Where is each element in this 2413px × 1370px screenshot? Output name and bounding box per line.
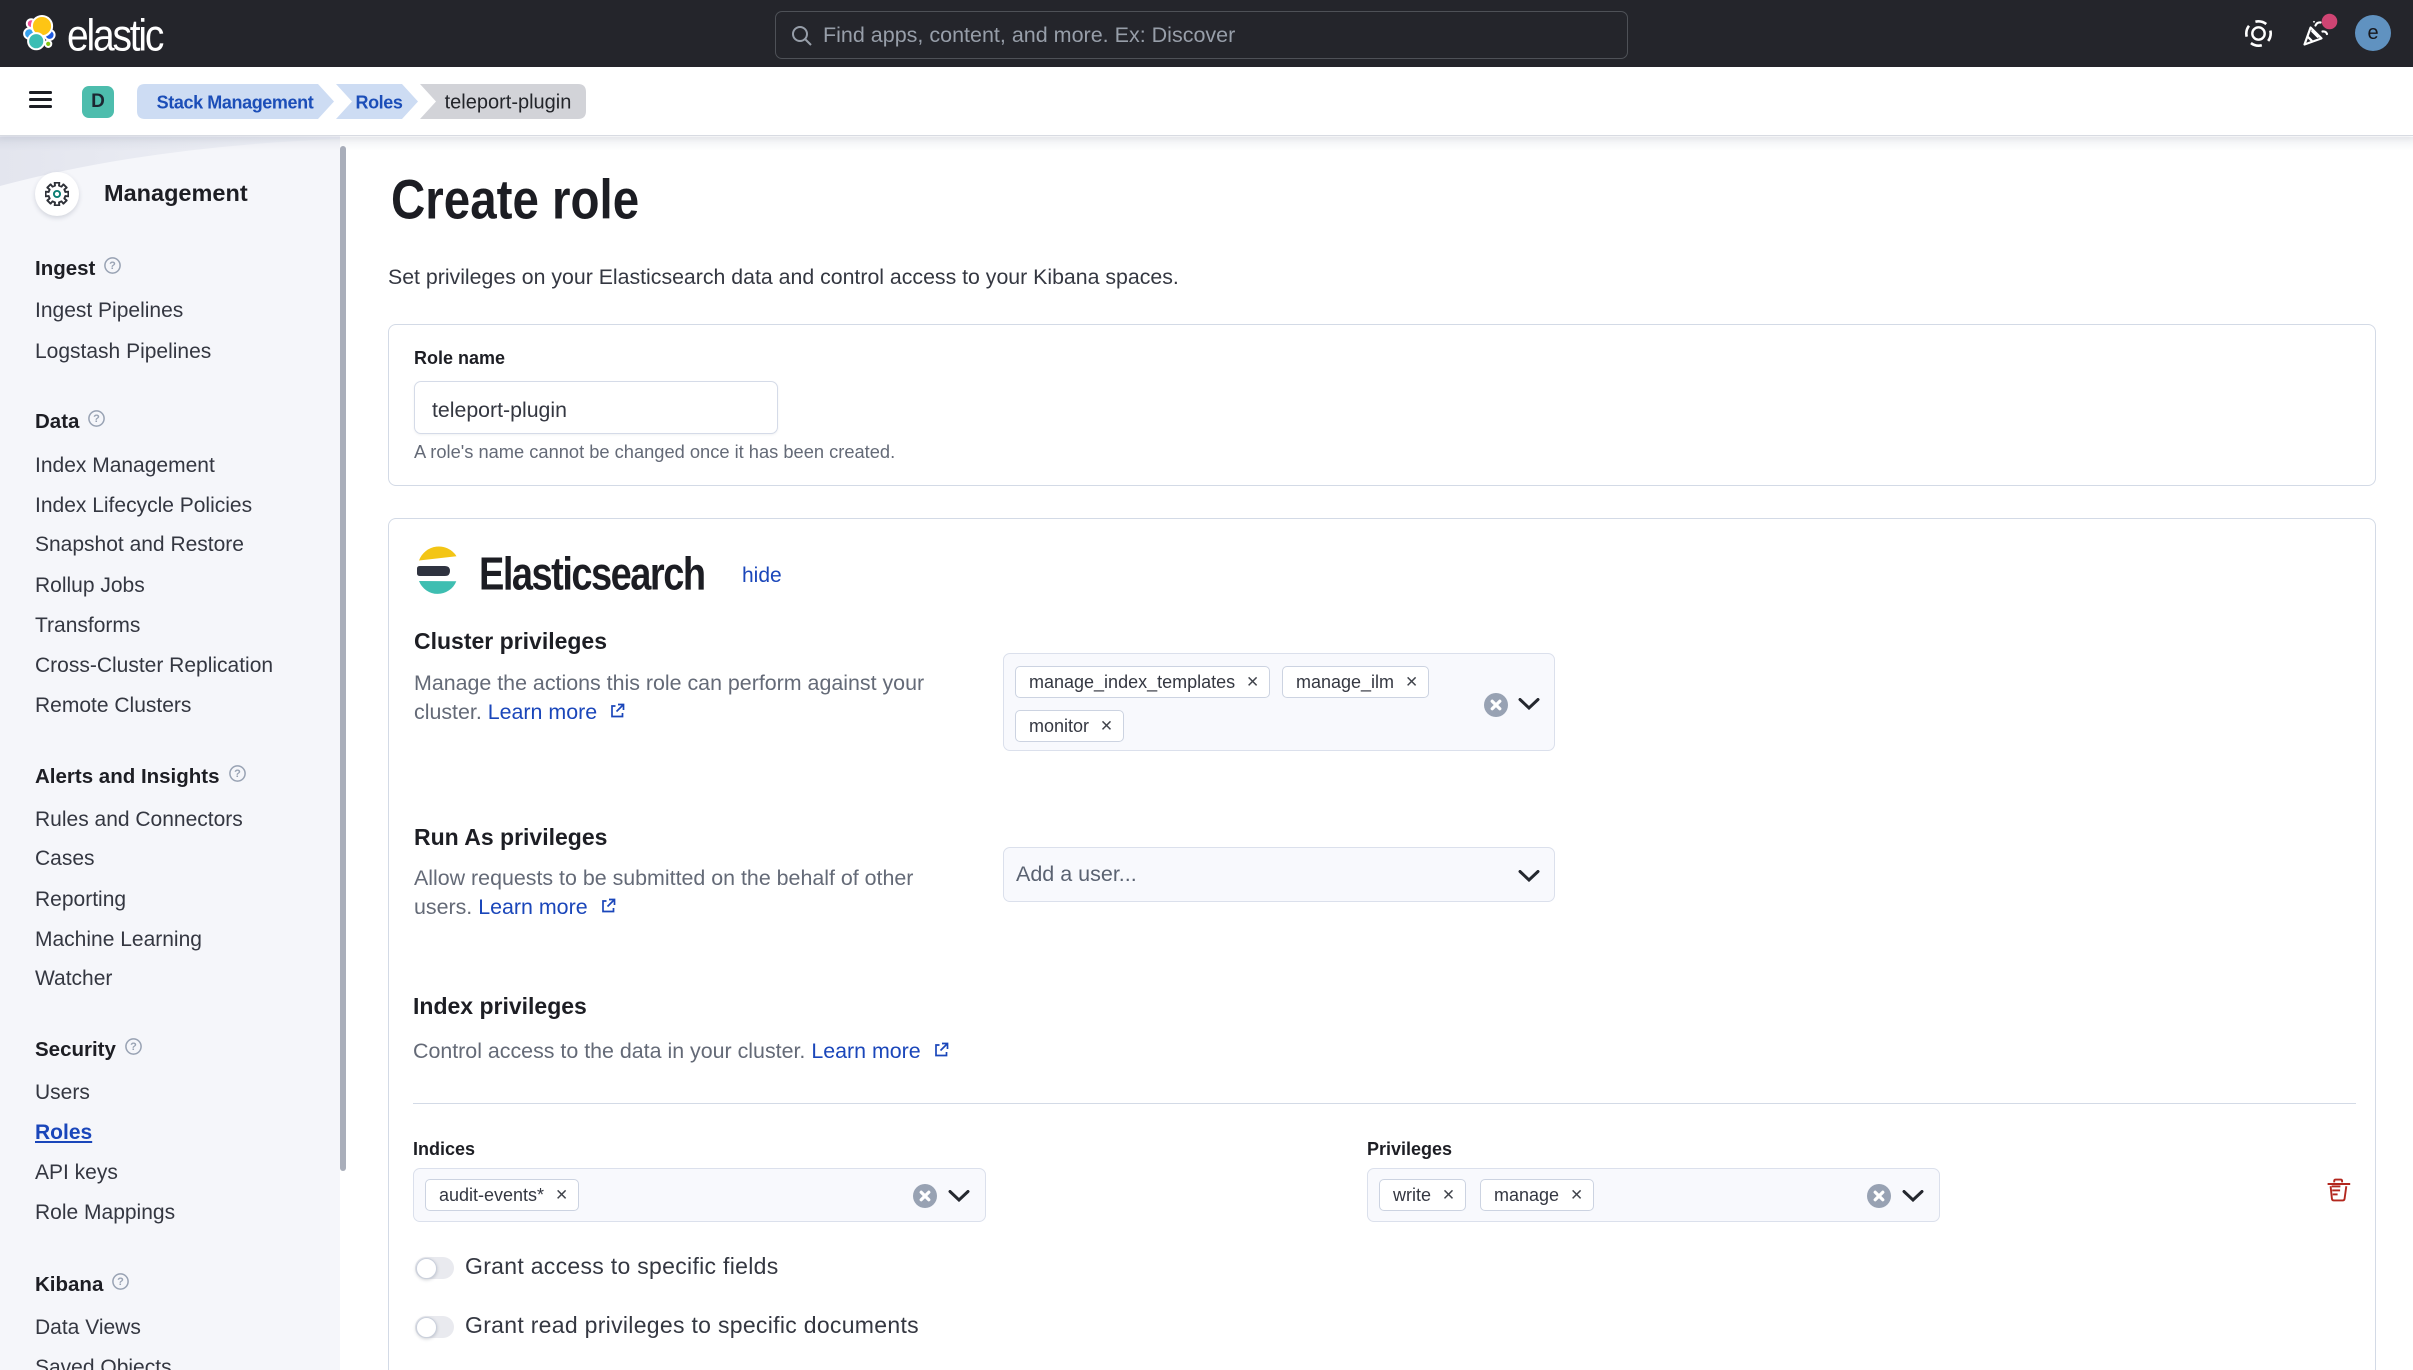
svg-text:?: ? xyxy=(110,260,117,272)
svg-text:?: ? xyxy=(117,1276,124,1288)
svg-text:teleport-plugin: teleport-plugin xyxy=(445,92,572,114)
svg-text:?: ? xyxy=(234,768,241,780)
svg-text:?: ? xyxy=(94,413,101,425)
svg-text:Stack Management: Stack Management xyxy=(157,93,314,113)
svg-text:Roles: Roles xyxy=(355,93,402,113)
svg-text:?: ? xyxy=(130,1041,137,1053)
